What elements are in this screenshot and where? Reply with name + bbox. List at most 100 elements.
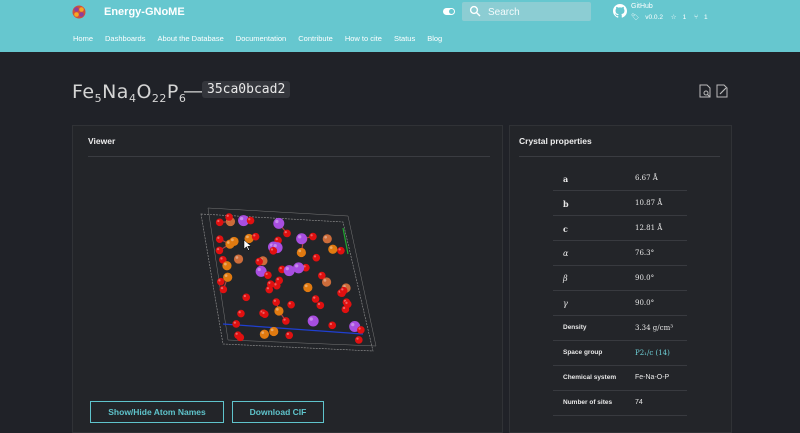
- atom-highlight: [218, 279, 220, 281]
- atom-fe: [222, 261, 231, 270]
- prop-row-a: a 6.67 Å: [553, 166, 687, 191]
- site-header: Energy-GNoME GitHub 🏷︎v0.0.2 ☆1 ⑂1 Home …: [0, 0, 800, 52]
- prop-value: 3.34 g/cm³: [635, 324, 673, 332]
- atom-o: [317, 302, 325, 310]
- atom-o: [285, 331, 293, 339]
- prop-value: 90.0°: [635, 299, 654, 307]
- energy-gnome-logo-icon[interactable]: [72, 5, 86, 19]
- prop-row-b: b 10.87 Å: [553, 191, 687, 216]
- atom-o: [232, 320, 240, 328]
- atom-highlight: [286, 267, 289, 270]
- prop-value: Fe-Na-O-P: [635, 374, 669, 381]
- atom-highlight: [287, 333, 289, 335]
- atom-highlight: [318, 303, 320, 305]
- atom-highlight: [276, 238, 278, 240]
- atom-fe: [297, 248, 306, 257]
- atom-highlight: [351, 323, 354, 326]
- atom-highlight: [227, 241, 230, 244]
- title-separator: —: [184, 81, 203, 103]
- atom-highlight: [295, 264, 298, 267]
- nav-status[interactable]: Status: [394, 34, 415, 43]
- atom-fe: [223, 273, 232, 282]
- atom-highlight: [285, 231, 287, 233]
- atom-fe: [328, 245, 337, 254]
- atom-highlight: [358, 327, 360, 329]
- prop-row-space-group: Space group P2₁/c (14): [553, 341, 687, 366]
- atom-highlight: [298, 235, 301, 238]
- nav-how-to-cite[interactable]: How to cite: [345, 34, 382, 43]
- fork-icon: ⑂: [694, 14, 698, 21]
- atom-highlight: [221, 287, 223, 289]
- atom-o: [264, 271, 272, 279]
- edit-page-icon[interactable]: [716, 84, 728, 98]
- atom-highlight: [277, 278, 279, 280]
- github-facts: 🏷︎v0.0.2 ☆1 ⑂1: [631, 13, 714, 21]
- prop-label: Number of sites: [563, 399, 612, 406]
- atom-fe: [229, 237, 238, 246]
- nav-documentation[interactable]: Documentation: [236, 34, 286, 43]
- prop-row-gamma: γ 90.0°: [553, 291, 687, 316]
- prop-label: a: [563, 174, 568, 184]
- atom-o: [340, 287, 348, 295]
- nav-contribute[interactable]: Contribute: [298, 34, 333, 43]
- atom-na: [308, 316, 319, 327]
- material-id-code: 35ca0bcad2: [202, 81, 290, 98]
- atom-o: [255, 258, 263, 266]
- page-title-formula: Fe5Na4O22P6: [72, 81, 186, 105]
- view-source-icon[interactable]: [699, 84, 711, 98]
- theme-toggle-icon[interactable]: [443, 8, 455, 15]
- atom-highlight: [319, 273, 321, 275]
- atom-o: [237, 310, 245, 318]
- prop-value: 6.67 Å: [635, 174, 658, 182]
- crystal-structure-3d-viewer[interactable]: [198, 206, 378, 356]
- atom-highlight: [345, 302, 347, 304]
- atom-highlight: [330, 246, 333, 249]
- search-box[interactable]: [462, 2, 591, 21]
- atom-o: [283, 230, 291, 238]
- atom-highlight: [262, 312, 264, 314]
- atom-highlight: [280, 267, 282, 269]
- prop-label: β: [563, 274, 568, 283]
- prop-value: 90.0°: [635, 274, 654, 282]
- viewer-divider: [88, 156, 490, 157]
- nav-home[interactable]: Home: [73, 34, 93, 43]
- prop-label: b: [563, 199, 569, 209]
- atom-highlight: [314, 255, 316, 257]
- atom-o: [342, 306, 350, 314]
- atom-highlight: [343, 307, 345, 309]
- search-input[interactable]: [486, 5, 590, 20]
- nav-about-database[interactable]: About the Database: [157, 34, 223, 43]
- atom-highlight: [231, 238, 234, 241]
- atom-na: [284, 265, 295, 276]
- atom-highlight: [268, 282, 270, 284]
- atom-highlight: [338, 248, 340, 250]
- atom-highlight: [271, 329, 274, 332]
- atom-o: [282, 317, 290, 325]
- atom-highlight: [310, 234, 312, 236]
- github-forks: 1: [704, 14, 708, 21]
- github-repo-link[interactable]: GitHub 🏷︎v0.0.2 ☆1 ⑂1: [613, 3, 733, 23]
- atom-highlight: [310, 317, 313, 320]
- download-cif-button[interactable]: Download CIF: [232, 401, 324, 423]
- space-group-link[interactable]: P2₁/c (14): [635, 349, 670, 357]
- github-label: GitHub: [631, 3, 653, 10]
- main-nav: Home Dashboards About the Database Docum…: [73, 34, 454, 43]
- atom-highlight: [265, 273, 267, 275]
- atom-highlight: [248, 218, 250, 220]
- atom-o: [270, 247, 278, 255]
- atom-highlight: [289, 302, 291, 304]
- prop-row-alpha: α 76.3°: [553, 241, 687, 266]
- star-icon: ☆: [671, 14, 677, 21]
- atom-highlight: [261, 331, 264, 334]
- nav-blog[interactable]: Blog: [427, 34, 442, 43]
- atom-o: [217, 278, 225, 286]
- toggle-atom-names-button[interactable]: Show/Hide Atom Names: [90, 401, 224, 423]
- nav-dashboards[interactable]: Dashboards: [105, 34, 145, 43]
- github-stars: 1: [683, 14, 687, 21]
- atom-highlight: [236, 256, 239, 259]
- site-title[interactable]: Energy-GNoME: [104, 6, 185, 18]
- atom-highlight: [244, 295, 246, 297]
- atom-fe: [303, 283, 312, 292]
- prop-row-density: Density 3.34 g/cm³: [553, 316, 687, 341]
- prop-row-c: c 12.81 Å: [553, 216, 687, 241]
